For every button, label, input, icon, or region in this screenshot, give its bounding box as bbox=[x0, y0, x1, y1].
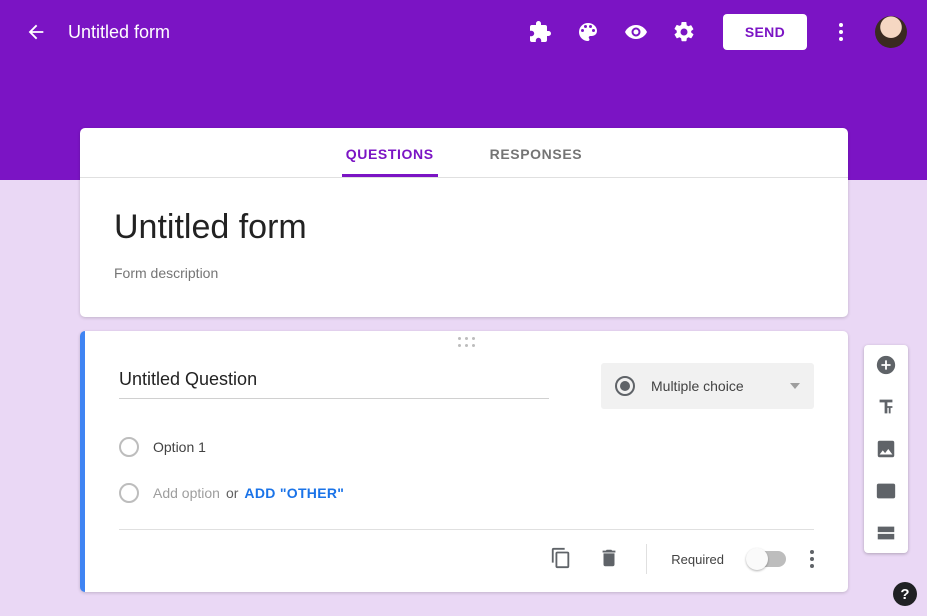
puzzle-icon bbox=[528, 20, 552, 44]
plus-circle-icon bbox=[875, 354, 897, 376]
title-card: QUESTIONS RESPONSES bbox=[80, 128, 848, 317]
footer-divider bbox=[646, 544, 647, 574]
account-avatar[interactable] bbox=[875, 16, 907, 48]
option-row[interactable]: Option 1 bbox=[119, 437, 814, 457]
preview-button[interactable] bbox=[623, 19, 649, 45]
send-button[interactable]: SEND bbox=[723, 14, 807, 50]
options-list: Option 1 Add option or ADD "OTHER" bbox=[119, 437, 814, 503]
add-other-button[interactable]: ADD "OTHER" bbox=[244, 485, 344, 501]
gear-icon bbox=[672, 20, 696, 44]
arrow-left-icon bbox=[25, 21, 47, 43]
delete-button[interactable] bbox=[598, 547, 622, 571]
tab-responses[interactable]: RESPONSES bbox=[486, 132, 587, 177]
form-title-input[interactable] bbox=[114, 208, 814, 247]
more-vert-icon bbox=[839, 23, 843, 27]
add-video-button[interactable] bbox=[874, 479, 898, 503]
add-option-row: Add option or ADD "OTHER" bbox=[119, 483, 814, 503]
radio-icon bbox=[615, 376, 635, 396]
theme-button[interactable] bbox=[575, 19, 601, 45]
addons-button[interactable] bbox=[527, 19, 553, 45]
section-icon bbox=[875, 522, 897, 544]
question-footer: Required bbox=[119, 529, 814, 574]
question-more-button[interactable] bbox=[810, 550, 814, 568]
trash-icon bbox=[598, 547, 620, 569]
tabs-bar: QUESTIONS RESPONSES bbox=[80, 132, 848, 178]
option-radio-icon bbox=[119, 437, 139, 457]
video-icon bbox=[875, 480, 897, 502]
settings-button[interactable] bbox=[671, 19, 697, 45]
add-question-button[interactable] bbox=[874, 353, 898, 377]
option-label[interactable]: Option 1 bbox=[153, 439, 206, 455]
question-type-selector[interactable]: Multiple choice bbox=[601, 363, 814, 409]
back-button[interactable] bbox=[20, 16, 52, 48]
chevron-down-icon bbox=[790, 383, 800, 389]
text-icon bbox=[875, 396, 897, 418]
required-toggle[interactable] bbox=[748, 551, 786, 567]
side-toolbar bbox=[864, 345, 908, 553]
help-button[interactable]: ? bbox=[893, 582, 917, 606]
or-text: or bbox=[226, 485, 238, 501]
add-title-button[interactable] bbox=[874, 395, 898, 419]
question-type-label: Multiple choice bbox=[651, 378, 790, 394]
tab-questions[interactable]: QUESTIONS bbox=[342, 132, 438, 177]
question-card[interactable]: Multiple choice Option 1 Add option or A… bbox=[80, 331, 848, 592]
eye-icon bbox=[624, 20, 648, 44]
required-label: Required bbox=[671, 552, 724, 567]
header-more-button[interactable] bbox=[829, 23, 853, 41]
add-option-text[interactable]: Add option bbox=[153, 485, 220, 501]
more-vert-icon bbox=[810, 550, 814, 554]
drag-handle[interactable] bbox=[458, 337, 476, 348]
image-icon bbox=[875, 438, 897, 460]
copy-icon bbox=[550, 547, 572, 569]
add-section-button[interactable] bbox=[874, 521, 898, 545]
main-content: QUESTIONS RESPONSES Multiple choice Opti… bbox=[80, 128, 848, 592]
question-title-input[interactable] bbox=[119, 363, 549, 399]
header-form-title[interactable]: Untitled form bbox=[68, 22, 170, 43]
form-description-input[interactable] bbox=[114, 265, 814, 281]
add-image-button[interactable] bbox=[874, 437, 898, 461]
duplicate-button[interactable] bbox=[550, 547, 574, 571]
option-radio-icon bbox=[119, 483, 139, 503]
palette-icon bbox=[576, 20, 600, 44]
